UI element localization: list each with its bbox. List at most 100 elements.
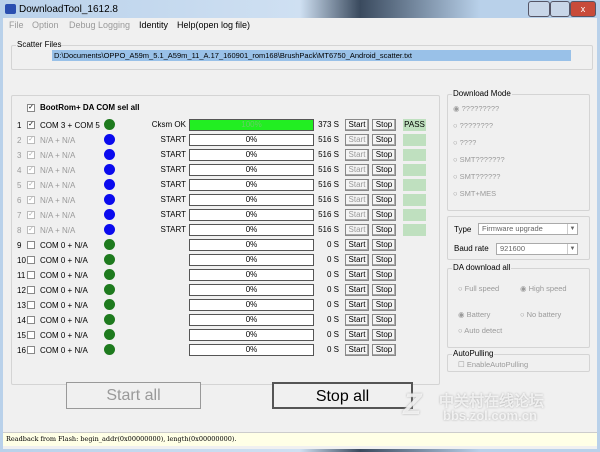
type-select[interactable]: Firmware upgrade ▼: [478, 223, 578, 235]
radio-no-battery[interactable]: ○ No battery: [520, 310, 561, 319]
row-checkbox[interactable]: [27, 331, 35, 339]
row-port: COM 0 + N/A: [40, 331, 88, 340]
row-stop-button[interactable]: Stop: [372, 209, 396, 221]
row-checkbox[interactable]: [27, 286, 35, 294]
row-stop-button[interactable]: Stop: [372, 299, 396, 311]
row-stop-button[interactable]: Stop: [372, 149, 396, 161]
title-bar: DownloadTool_1612.8 x: [0, 0, 600, 18]
row-checkbox[interactable]: ✓: [27, 121, 35, 129]
row-status: START: [160, 165, 186, 174]
baud-select[interactable]: 921600 ▼: [496, 243, 578, 255]
download-mode-radio[interactable]: ◉ ?????????: [453, 104, 499, 113]
autopulling-group: AutoPulling ☐ EnableAutoPulling: [447, 349, 590, 372]
row-stop-button[interactable]: Stop: [372, 164, 396, 176]
row-port: COM 0 + N/A: [40, 271, 88, 280]
port-row: 8 ✓ N/A + N/A START 0% 516 S Start Stop: [3, 223, 443, 237]
row-start-button[interactable]: Start: [345, 119, 369, 131]
row-checkbox[interactable]: [27, 301, 35, 309]
radio-high-speed[interactable]: ◉ High speed: [520, 284, 567, 293]
maximize-button[interactable]: [550, 1, 570, 17]
row-start-button[interactable]: Start: [345, 134, 369, 146]
row-start-button[interactable]: Start: [345, 164, 369, 176]
download-mode-radio[interactable]: ○ ????????: [453, 121, 493, 130]
row-stop-button[interactable]: Stop: [372, 134, 396, 146]
download-mode-radio[interactable]: ○ SMT+MES: [453, 189, 496, 198]
row-start-button[interactable]: Start: [345, 194, 369, 206]
row-time: 516 S: [318, 195, 339, 204]
row-result: [403, 194, 426, 206]
row-start-button[interactable]: Start: [345, 149, 369, 161]
row-stop-button[interactable]: Stop: [372, 344, 396, 356]
row-start-button[interactable]: Start: [345, 284, 369, 296]
row-status: START: [160, 150, 186, 159]
status-dot-icon: [104, 269, 115, 280]
port-row: 5 ✓ N/A + N/A START 0% 516 S Start Stop: [3, 178, 443, 192]
row-checkbox[interactable]: [27, 316, 35, 324]
download-mode-option-label: ????????: [459, 121, 493, 130]
app-window: DownloadTool_1612.8 x File Option Debug …: [0, 0, 600, 452]
minimize-button[interactable]: [528, 1, 550, 17]
radio-battery[interactable]: ◉ Battery: [458, 310, 490, 319]
port-row: 3 ✓ N/A + N/A START 0% 516 S Start Stop: [3, 148, 443, 162]
row-start-button[interactable]: Start: [345, 314, 369, 326]
enable-autopulling-checkbox[interactable]: ☐ EnableAutoPulling: [458, 360, 528, 369]
row-start-button[interactable]: Start: [345, 209, 369, 221]
sel-all-checkbox[interactable]: ✓: [27, 104, 35, 112]
download-mode-radio[interactable]: ○ SMT???????: [453, 155, 505, 164]
row-stop-button[interactable]: Stop: [372, 314, 396, 326]
scatter-path-field[interactable]: D:\Documents\OPPO_A59m_5.1_A59m_11_A.17_…: [52, 50, 571, 61]
menu-debug-logging[interactable]: Debug Logging: [69, 20, 130, 30]
row-port: N/A + N/A: [40, 151, 76, 160]
port-row: 1 ✓ COM 3 + COM 5 Cksm OK 100% 373 S Sta…: [3, 118, 443, 132]
row-checkbox[interactable]: ✓: [27, 181, 35, 189]
window-title: DownloadTool_1612.8: [19, 4, 118, 15]
row-checkbox[interactable]: ✓: [27, 226, 35, 234]
row-stop-button[interactable]: Stop: [372, 254, 396, 266]
row-stop-button[interactable]: Stop: [372, 269, 396, 281]
row-start-button[interactable]: Start: [345, 224, 369, 236]
row-stop-button[interactable]: Stop: [372, 284, 396, 296]
row-start-button[interactable]: Start: [345, 344, 369, 356]
row-checkbox[interactable]: [27, 256, 35, 264]
menu-identity[interactable]: Identity: [139, 20, 168, 30]
no-battery-label: No battery: [526, 310, 562, 319]
start-all-button[interactable]: Start all: [66, 382, 201, 409]
row-stop-button[interactable]: Stop: [372, 329, 396, 341]
row-time: 0 S: [326, 240, 339, 249]
row-checkbox[interactable]: ✓: [27, 211, 35, 219]
row-time: 0 S: [326, 315, 339, 324]
stop-all-button[interactable]: Stop all: [272, 382, 413, 409]
row-number: 7: [17, 211, 22, 220]
radio-full-speed[interactable]: ○ Full speed: [458, 284, 499, 293]
row-start-button[interactable]: Start: [345, 299, 369, 311]
row-stop-button[interactable]: Stop: [372, 239, 396, 251]
download-mode-option-label: ????: [459, 138, 477, 147]
row-checkbox[interactable]: [27, 271, 35, 279]
row-start-button[interactable]: Start: [345, 239, 369, 251]
download-mode-radio[interactable]: ○ ????: [453, 138, 476, 147]
row-checkbox[interactable]: [27, 346, 35, 354]
row-checkbox[interactable]: ✓: [27, 166, 35, 174]
row-start-button[interactable]: Start: [345, 329, 369, 341]
row-checkbox[interactable]: ✓: [27, 151, 35, 159]
row-stop-button[interactable]: Stop: [372, 119, 396, 131]
baud-label: Baud rate: [454, 244, 489, 253]
menu-option[interactable]: Option: [32, 20, 59, 30]
radio-auto-detect[interactable]: ○ Auto detect: [458, 326, 502, 335]
row-stop-button[interactable]: Stop: [372, 179, 396, 191]
row-checkbox[interactable]: ✓: [27, 136, 35, 144]
row-checkbox[interactable]: [27, 241, 35, 249]
menu-file[interactable]: File: [9, 20, 24, 30]
port-row: 2 ✓ N/A + N/A START 0% 516 S Start Stop: [3, 133, 443, 147]
row-number: 12: [17, 286, 26, 295]
download-mode-radio[interactable]: ○ SMT??????: [453, 172, 500, 181]
row-start-button[interactable]: Start: [345, 254, 369, 266]
row-stop-button[interactable]: Stop: [372, 194, 396, 206]
auto-detect-label: Auto detect: [464, 326, 503, 335]
row-start-button[interactable]: Start: [345, 179, 369, 191]
close-button[interactable]: x: [570, 1, 596, 17]
row-stop-button[interactable]: Stop: [372, 224, 396, 236]
row-start-button[interactable]: Start: [345, 269, 369, 281]
row-checkbox[interactable]: ✓: [27, 196, 35, 204]
menu-help[interactable]: Help(open log file): [177, 20, 250, 30]
